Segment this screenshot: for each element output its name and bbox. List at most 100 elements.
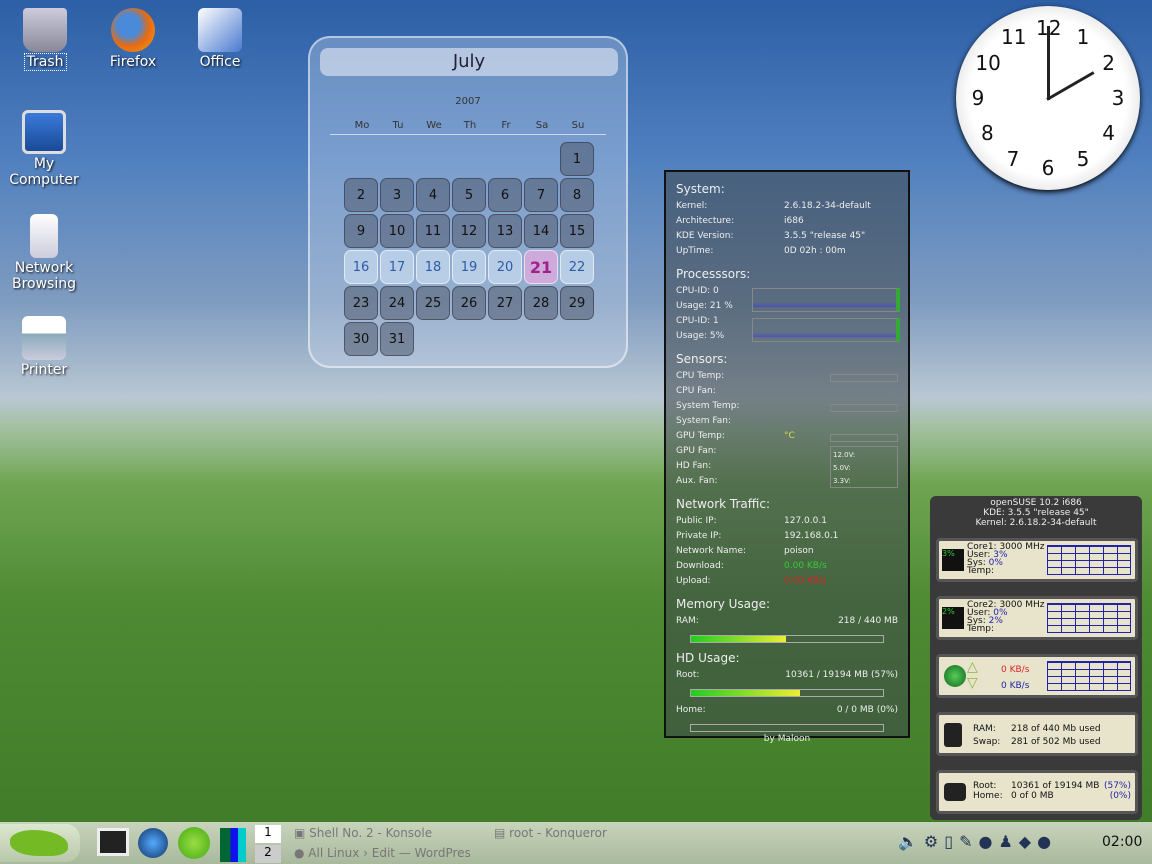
calendar-day[interactable]: 19 xyxy=(452,250,486,284)
desktop-1-button[interactable]: 1 xyxy=(255,825,281,843)
section-title: Network Traffic: xyxy=(676,497,771,511)
calendar-day[interactable]: 8 xyxy=(560,178,594,212)
desktop-icon-my-computer[interactable]: My Computer xyxy=(4,110,84,188)
calendar-day[interactable]: 26 xyxy=(452,286,486,320)
calendar-day[interactable]: 3 xyxy=(380,178,414,212)
label: Temp: xyxy=(967,566,995,576)
row-value: i686 xyxy=(784,216,804,226)
desktop-icon-printer[interactable]: Printer xyxy=(4,316,84,378)
section-title: HD Usage: xyxy=(676,651,740,665)
section-title: System: xyxy=(676,182,725,196)
calendar-day[interactable]: 13 xyxy=(488,214,522,248)
calendar-empty xyxy=(416,142,452,178)
yast-launcher-icon[interactable] xyxy=(178,827,210,859)
calendar-day[interactable]: 5 xyxy=(452,178,486,212)
clock-number: 12 xyxy=(1036,16,1062,40)
row-label: Private IP: xyxy=(676,531,722,541)
cpu-icon: 3% xyxy=(942,549,964,571)
clock-number: 6 xyxy=(1041,156,1055,180)
clock-number: 11 xyxy=(1001,25,1027,50)
network-icon xyxy=(30,214,58,258)
calendar-day[interactable]: 21 xyxy=(524,250,558,284)
power-icon[interactable]: ◆ xyxy=(1019,832,1037,851)
core1-panel: 3% Core1: 3000 MHz User: 3% Sys: 0% Temp… xyxy=(936,538,1138,582)
konqueror-launcher-icon[interactable] xyxy=(138,828,168,858)
konsole-launcher-icon[interactable] xyxy=(97,828,129,856)
desktop-icon-network[interactable]: Network Browsing xyxy=(4,214,84,292)
task-firefox[interactable]: ● All Linux › Edit — WordPres xyxy=(294,846,471,860)
task-label: root - Konqueror xyxy=(509,826,607,840)
konsole-icon: ▣ xyxy=(294,826,310,840)
calendar-day[interactable]: 17 xyxy=(380,250,414,284)
home-value: 0 / 0 MB (0%) xyxy=(836,705,898,715)
calendar-day[interactable]: 10 xyxy=(380,214,414,248)
volume-icon[interactable]: 🔈 xyxy=(898,832,924,851)
calendar-day[interactable]: 14 xyxy=(524,214,558,248)
ram-usage: 218 of 440 Mb used xyxy=(1011,724,1101,734)
calendar-day[interactable]: 4 xyxy=(416,178,450,212)
calendar-day[interactable]: 2 xyxy=(344,178,378,212)
taskbar-clock[interactable]: 02:00 xyxy=(1102,834,1142,850)
calendar-day[interactable]: 29 xyxy=(560,286,594,320)
row-value: 0.00 KB/s xyxy=(784,576,827,586)
calendar-day[interactable]: 18 xyxy=(416,250,450,284)
sensor-label: CPU Fan: xyxy=(676,386,716,396)
home-label: Home: xyxy=(676,705,706,715)
system-load-graph xyxy=(220,828,246,862)
sensor-label: HD Fan: xyxy=(676,461,712,471)
calendar-day[interactable]: 22 xyxy=(560,250,594,284)
calendar-day[interactable]: 12 xyxy=(452,214,486,248)
row-value: poison xyxy=(784,546,814,556)
cpu-icon: 2% xyxy=(942,607,964,629)
clock-number: 2 xyxy=(1102,51,1115,75)
calendar-day[interactable]: 27 xyxy=(488,286,522,320)
calendar-day[interactable]: 9 xyxy=(344,214,378,248)
desktop-2-button[interactable]: 2 xyxy=(255,845,281,863)
row-value: 0.00 KB/s xyxy=(784,561,827,571)
calendar-day[interactable]: 24 xyxy=(380,286,414,320)
calendar-day[interactable]: 23 xyxy=(344,286,378,320)
cpu-block: CPU-ID: 1 Usage: 5% xyxy=(676,316,900,346)
desktop-icon-office[interactable]: Office xyxy=(180,8,260,70)
clock-number: 9 xyxy=(971,86,985,110)
row-value: 3.5.5 "release 45" xyxy=(784,231,866,241)
ram-bar xyxy=(690,635,884,643)
system-tray: 🔈⚙▯✎●♟◆● xyxy=(898,832,1057,851)
firefox-icon xyxy=(111,8,155,52)
weekday-header: Tu xyxy=(392,120,404,131)
calendar-day[interactable]: 11 xyxy=(416,214,450,248)
calendar-day[interactable]: 16 xyxy=(344,250,378,284)
calendar-day[interactable]: 7 xyxy=(524,178,558,212)
network-tray-icon[interactable]: ⚙ xyxy=(924,832,944,851)
sensor-label: GPU Temp: xyxy=(676,431,725,441)
desktop-icon-firefox[interactable]: Firefox xyxy=(93,8,173,70)
row-label: Download: xyxy=(676,561,724,571)
calendar-day[interactable]: 1 xyxy=(560,142,594,176)
desktop-icon-trash[interactable]: Trash xyxy=(5,8,85,71)
globe-tray-icon[interactable]: ● xyxy=(1037,832,1057,851)
task-konsole[interactable]: ▣ Shell No. 2 - Konsole xyxy=(294,826,432,840)
klipper-icon[interactable]: ▯ xyxy=(944,832,959,851)
calendar-day[interactable]: 28 xyxy=(524,286,558,320)
kmenu-button[interactable] xyxy=(0,824,80,862)
ram-label: RAM: xyxy=(676,616,699,626)
calendar-day[interactable]: 30 xyxy=(344,322,378,356)
user-icon[interactable]: ♟ xyxy=(998,832,1018,851)
calendar-day[interactable]: 31 xyxy=(380,322,414,356)
task-konqueror[interactable]: ▤ root - Konqueror xyxy=(494,826,607,840)
row-label: UpTime: xyxy=(676,246,714,256)
info-row: Architecture: i686 xyxy=(676,216,898,231)
voltage-label: 3.3V: xyxy=(833,477,851,485)
calendar-day[interactable]: 20 xyxy=(488,250,522,284)
update-icon[interactable]: ● xyxy=(978,832,998,851)
clock-number: 3 xyxy=(1111,86,1125,110)
calendar-day[interactable]: 25 xyxy=(416,286,450,320)
calendar-day[interactable]: 6 xyxy=(488,178,522,212)
calendar-day[interactable]: 15 xyxy=(560,214,594,248)
row-value: 2.6.18.2-34-default xyxy=(784,201,871,211)
voltage-label: 12.0V: xyxy=(833,451,856,459)
calendar-widget: July 2007 Mo Tu We Th Fr Sa Su 1 2 3 4 5 6 7 8 9 10 11 12… xyxy=(308,36,628,368)
tray-tool-icon[interactable]: ✎ xyxy=(959,832,978,851)
sensor-row: System Fan: xyxy=(676,416,898,431)
sensor-label: System Temp: xyxy=(676,401,740,411)
